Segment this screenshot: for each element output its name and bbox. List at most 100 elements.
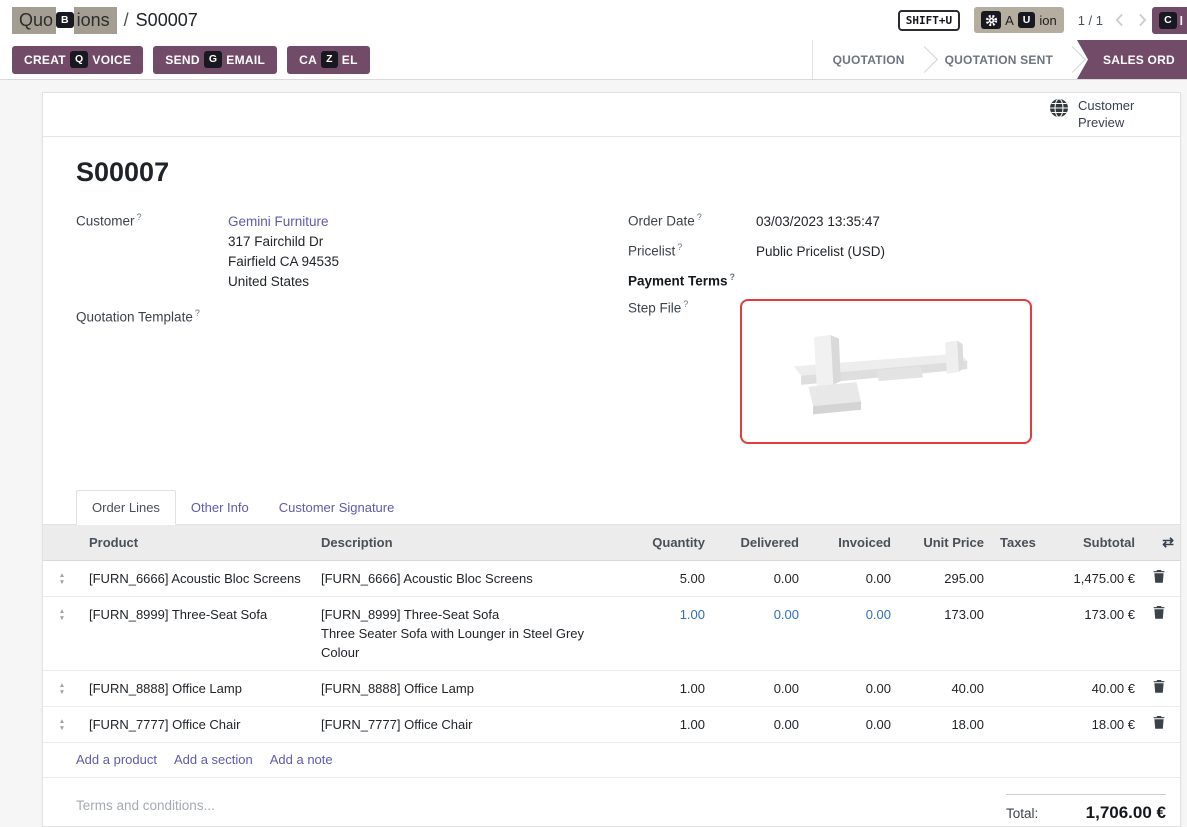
description-cell[interactable]: [FURN_8999] Three-Seat Sofa Three Seater… <box>313 596 618 670</box>
payment-terms-field-label: Payment Terms? <box>628 272 756 289</box>
product-cell[interactable]: [FURN_7777] Office Chair <box>81 706 313 742</box>
optional-columns-header: ⇄ <box>1143 525 1181 561</box>
unit-price-cell[interactable]: 18.00 <box>899 706 992 742</box>
payment-terms-field: Payment Terms? <box>628 272 1140 289</box>
action-buttons: CREAT Q VOICE SEND G EMAIL CA Z EL <box>12 40 370 79</box>
customer-preview-label: Customer Preview <box>1078 98 1142 131</box>
pager-next-button[interactable] <box>1136 11 1149 29</box>
statusbar: QUOTATION QUOTATION SENT SALES ORD <box>812 40 1187 79</box>
unit-price-column-header[interactable]: Unit Price <box>899 525 992 561</box>
delete-row-button[interactable] <box>1151 679 1167 697</box>
drag-handle-icon[interactable]: ▲▼ <box>51 569 73 587</box>
product-cell[interactable]: [FURN_6666] Acoustic Bloc Screens <box>81 560 313 596</box>
taxes-cell[interactable] <box>992 670 1039 706</box>
customer-preview-button[interactable]: Customer Preview <box>1049 98 1142 131</box>
cancel-button[interactable]: CA Z EL <box>287 46 370 74</box>
quantity-cell[interactable]: 1.00 <box>618 706 713 742</box>
customer-link[interactable]: Gemini Furniture <box>228 214 329 229</box>
send-email-button[interactable]: SEND G EMAIL <box>153 46 277 74</box>
total-label: Total: <box>1006 806 1038 821</box>
invoiced-cell[interactable]: 0.00 <box>807 670 899 706</box>
field-column-right: Order Date? 03/03/2023 13:35:47 Pricelis… <box>628 212 1140 454</box>
quantity-column-header[interactable]: Quantity <box>618 525 713 561</box>
page-title: S00007 <box>76 157 1140 188</box>
add-a-section-link[interactable]: Add a section <box>174 752 253 767</box>
product-column-header[interactable]: Product <box>81 525 313 561</box>
invoiced-cell[interactable]: 0.00 <box>807 596 899 670</box>
status-step-sales-order[interactable]: SALES ORD <box>1077 40 1187 79</box>
sheet-footer: Terms and conditions... Total: 1,706.00 … <box>43 778 1180 823</box>
total-value: 1,706.00 € <box>1086 803 1166 823</box>
drag-handle-icon[interactable]: ▲▼ <box>51 679 73 697</box>
add-a-product-link[interactable]: Add a product <box>76 752 157 767</box>
order-date-field-label: Order Date? <box>628 212 756 232</box>
unit-price-cell[interactable]: 40.00 <box>899 670 992 706</box>
hotkey-badge-c: C <box>1159 12 1177 29</box>
delete-row-button[interactable] <box>1151 715 1167 733</box>
status-step-quotation[interactable]: QUOTATION <box>813 40 925 79</box>
pager-previous-button[interactable] <box>1113 11 1126 29</box>
product-cell[interactable]: [FURN_8888] Office Lamp <box>81 670 313 706</box>
delivered-cell[interactable]: 0.00 <box>713 596 807 670</box>
unit-price-cell[interactable]: 173.00 <box>899 596 992 670</box>
delete-row-button[interactable] <box>1151 605 1167 623</box>
description-cell[interactable]: [FURN_8888] Office Lamp <box>313 670 618 706</box>
order-line-row: ▲▼ [FURN_8999] Three-Seat Sofa [FURN_899… <box>43 596 1181 670</box>
action-label-pre: A <box>1005 13 1014 28</box>
totals-block: Total: 1,706.00 € <box>1006 794 1166 823</box>
taxes-column-header[interactable]: Taxes <box>992 525 1039 561</box>
subtotal-cell: 18.00 € <box>1039 706 1143 742</box>
drag-handle-icon[interactable]: ▲▼ <box>51 605 73 623</box>
subtotal-cell: 1,475.00 € <box>1039 560 1143 596</box>
field-grid: Customer? Gemini Furniture 317 Fairchild… <box>76 212 1140 454</box>
table-header-row: Product Description Quantity Delivered I… <box>43 525 1181 561</box>
action-menu-button[interactable]: A U ion <box>974 7 1064 33</box>
topbar-edge-button[interactable]: C l <box>1152 7 1187 34</box>
delivered-cell[interactable]: 0.00 <box>713 560 807 596</box>
description-cell[interactable]: [FURN_6666] Acoustic Bloc Screens <box>313 560 618 596</box>
order-lines-table: Product Description Quantity Delivered I… <box>43 525 1181 743</box>
topbar-controls: SHIFT+U A U ion 1 / 1 <box>898 7 1149 33</box>
drag-handle-icon[interactable]: ▲▼ <box>51 715 73 733</box>
invoiced-cell[interactable]: 0.00 <box>807 706 899 742</box>
status-step-quotation-sent[interactable]: QUOTATION SENT <box>925 40 1073 79</box>
subtotal-column-header[interactable]: Subtotal <box>1039 525 1143 561</box>
quantity-cell[interactable]: 5.00 <box>618 560 713 596</box>
taxes-cell[interactable] <box>992 560 1039 596</box>
optional-columns-icon[interactable]: ⇄ <box>1162 534 1174 551</box>
pricelist-value[interactable]: Public Pricelist (USD) <box>756 242 885 262</box>
product-cell[interactable]: [FURN_8999] Three-Seat Sofa <box>81 596 313 670</box>
step-file-image[interactable] <box>740 299 1032 444</box>
taxes-cell[interactable] <box>992 596 1039 670</box>
topbar: Quo B ions / S00007 SHIFT+U A U ion <box>0 0 1187 40</box>
description-cell[interactable]: [FURN_7777] Office Chair <box>313 706 618 742</box>
quantity-cell[interactable]: 1.00 <box>618 670 713 706</box>
pager-value: 1 / 1 <box>1078 13 1103 28</box>
step-file-field: Step File? <box>628 299 1140 444</box>
terms-and-conditions-placeholder[interactable]: Terms and conditions... <box>76 794 215 813</box>
subtotal-cell: 40.00 € <box>1039 670 1143 706</box>
taxes-cell[interactable] <box>992 706 1039 742</box>
field-column-left: Customer? Gemini Furniture 317 Fairchild… <box>76 212 628 454</box>
add-a-note-link[interactable]: Add a note <box>270 752 333 767</box>
hotkey-badge-b: B <box>56 12 74 29</box>
tab-order-lines[interactable]: Order Lines <box>76 490 176 525</box>
delete-row-button[interactable] <box>1151 569 1167 587</box>
notebook-tabs: Order Lines Other Info Customer Signatur… <box>43 490 1180 525</box>
order-date-value[interactable]: 03/03/2023 13:35:47 <box>756 212 880 232</box>
action-status-bar: CREAT Q VOICE SEND G EMAIL CA Z EL QUOTA… <box>0 40 1187 80</box>
breadcrumb-quotations[interactable]: Quo B ions <box>12 7 117 34</box>
tab-other-info[interactable]: Other Info <box>176 491 264 524</box>
step-file-field-label: Step File? <box>628 299 756 444</box>
delivered-cell[interactable]: 0.00 <box>713 706 807 742</box>
invoiced-cell[interactable]: 0.00 <box>807 560 899 596</box>
unit-price-cell[interactable]: 295.00 <box>899 560 992 596</box>
invoiced-column-header[interactable]: Invoiced <box>807 525 899 561</box>
odoo-sales-order-screen: Quo B ions / S00007 SHIFT+U A U ion <box>0 0 1187 827</box>
tab-customer-signature[interactable]: Customer Signature <box>264 491 410 524</box>
delivered-cell[interactable]: 0.00 <box>713 670 807 706</box>
description-column-header[interactable]: Description <box>313 525 618 561</box>
create-invoice-button[interactable]: CREAT Q VOICE <box>12 46 143 74</box>
delivered-column-header[interactable]: Delivered <box>713 525 807 561</box>
quantity-cell[interactable]: 1.00 <box>618 596 713 670</box>
